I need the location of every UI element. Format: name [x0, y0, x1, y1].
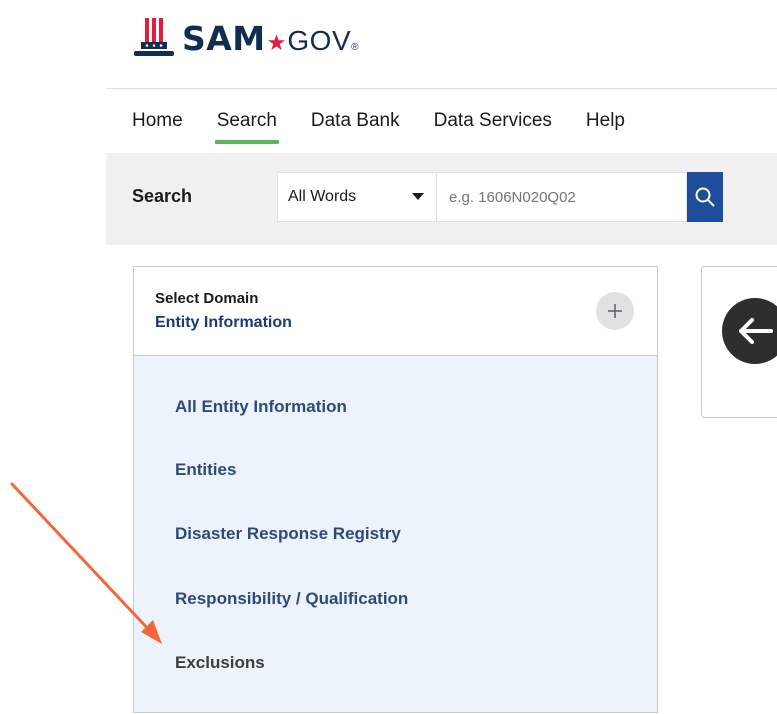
- logo-gov-text: GOV: [287, 24, 352, 56]
- nav-data-services[interactable]: Data Services: [434, 104, 552, 142]
- domain-header[interactable]: Select Domain Entity Information: [134, 267, 657, 356]
- nav-help[interactable]: Help: [586, 104, 625, 142]
- plus-icon: [608, 304, 622, 318]
- search-input[interactable]: [437, 172, 687, 222]
- domain-selected-value: Entity Information: [155, 314, 292, 331]
- domain-option-entities[interactable]: Entities: [175, 460, 236, 480]
- search-icon: [695, 187, 715, 207]
- search-button[interactable]: [687, 172, 723, 222]
- nav-data-bank[interactable]: Data Bank: [311, 104, 400, 142]
- header-divider: [106, 88, 777, 89]
- logo-registered-mark: ®: [351, 41, 359, 53]
- logo-star-icon: ★: [266, 29, 287, 55]
- nav-home[interactable]: Home: [132, 104, 183, 142]
- sam-logo[interactable]: SAM ★ GOV ®: [132, 10, 359, 66]
- domain-select-label: Select Domain: [155, 290, 259, 307]
- domain-option-disaster-response-registry[interactable]: Disaster Response Registry: [175, 524, 401, 544]
- caret-down-icon: [412, 193, 424, 200]
- search-bar: Search All Words: [106, 153, 777, 245]
- domain-selector-panel: Select Domain Entity Information All Ent…: [133, 266, 658, 713]
- domain-options-list: All Entity Information Entities Disaster…: [134, 356, 657, 712]
- search-mode-select[interactable]: All Words: [277, 172, 437, 222]
- domain-option-responsibility-qualification[interactable]: Responsibility / Qualification: [175, 589, 408, 609]
- search-mode-value: All Words: [288, 188, 357, 205]
- nav-search[interactable]: Search: [214, 104, 280, 144]
- side-panel-card: [701, 266, 777, 418]
- domain-option-exclusions[interactable]: Exclusions: [175, 653, 265, 673]
- domain-option-all-entity-information[interactable]: All Entity Information: [175, 397, 347, 417]
- logo-wordmark: SAM ★ GOV ®: [182, 19, 359, 58]
- arrow-left-icon: [739, 318, 773, 344]
- logo-sam-text: SAM: [182, 18, 266, 58]
- primary-nav: Home Search Data Bank Data Services Help: [132, 104, 659, 144]
- search-label: Search: [132, 186, 193, 206]
- domain-expand-button[interactable]: [596, 292, 634, 330]
- uncle-sam-hat-icon: [134, 18, 174, 56]
- collapse-panel-button[interactable]: [722, 298, 777, 364]
